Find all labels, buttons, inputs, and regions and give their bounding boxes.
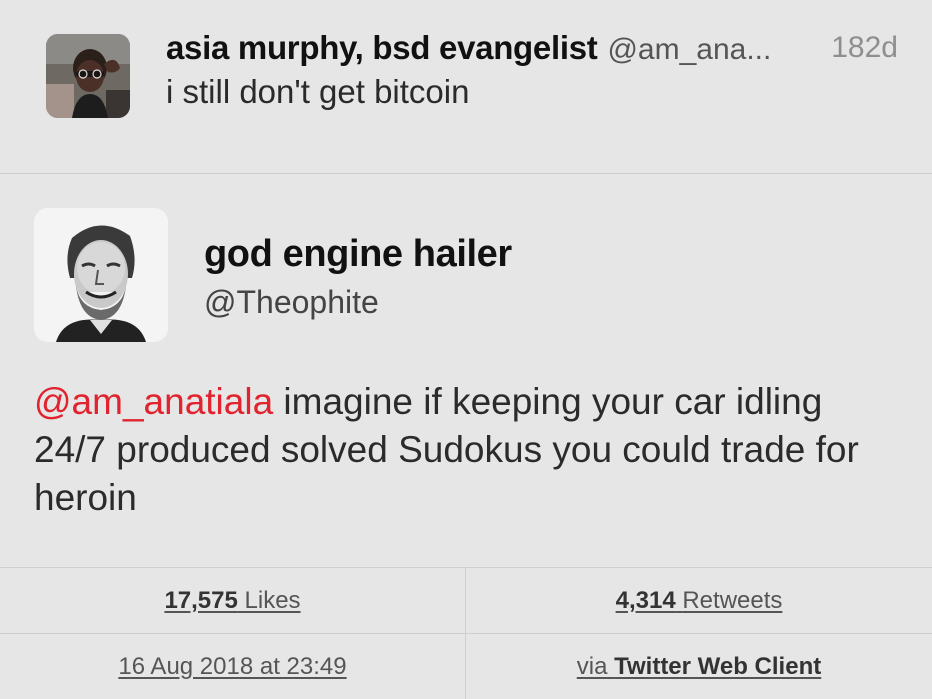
retweets-cell: 4,314 Retweets bbox=[466, 568, 932, 633]
parent-tweet-age: 182d bbox=[831, 31, 898, 64]
parent-author-name[interactable]: asia murphy, bsd evangelist bbox=[166, 29, 598, 66]
parent-author-avatar[interactable] bbox=[46, 34, 130, 118]
engagement-row: 17,575 Likes 4,314 Retweets bbox=[0, 567, 932, 633]
likes-count: 17,575 bbox=[164, 586, 238, 614]
parent-tweet[interactable]: asia murphy, bsd evangelist @am_ana... 18… bbox=[0, 0, 932, 174]
timestamp-cell: 16 Aug 2018 at 23:49 bbox=[0, 634, 466, 699]
likes-cell: 17,575 Likes bbox=[0, 568, 466, 633]
main-tweet-text: @am_anatiala imagine if keeping your car… bbox=[34, 378, 904, 522]
main-author-handle[interactable]: @Theophite bbox=[204, 282, 379, 322]
retweets-label: Retweets bbox=[682, 586, 783, 614]
retweets-count: 4,314 bbox=[615, 586, 676, 614]
client-link[interactable]: via Twitter Web Client bbox=[577, 653, 821, 681]
likes-link[interactable]: 17,575 Likes bbox=[164, 587, 300, 615]
main-author-avatar[interactable] bbox=[34, 208, 168, 342]
likes-label: Likes bbox=[244, 586, 301, 614]
parent-tweet-text: i still don't get bitcoin bbox=[166, 73, 470, 110]
via-label: via bbox=[576, 652, 608, 680]
avatar-photo-icon bbox=[46, 34, 130, 118]
parent-author-handle[interactable]: @am_ana... bbox=[607, 33, 771, 66]
main-author-name[interactable]: god engine hailer bbox=[204, 232, 512, 276]
client-name: Twitter Web Client bbox=[614, 652, 822, 680]
client-cell: via Twitter Web Client bbox=[466, 634, 932, 699]
mention-link[interactable]: @am_anatiala bbox=[34, 381, 273, 422]
avatar-portrait-icon bbox=[34, 208, 168, 342]
timestamp-link[interactable]: 16 Aug 2018 at 23:49 bbox=[118, 653, 346, 681]
parent-author-line: asia murphy, bsd evangelist @am_ana... bbox=[166, 28, 906, 70]
meta-row: 16 Aug 2018 at 23:49 via Twitter Web Cli… bbox=[0, 633, 932, 699]
retweets-link[interactable]: 4,314 Retweets bbox=[616, 587, 783, 615]
